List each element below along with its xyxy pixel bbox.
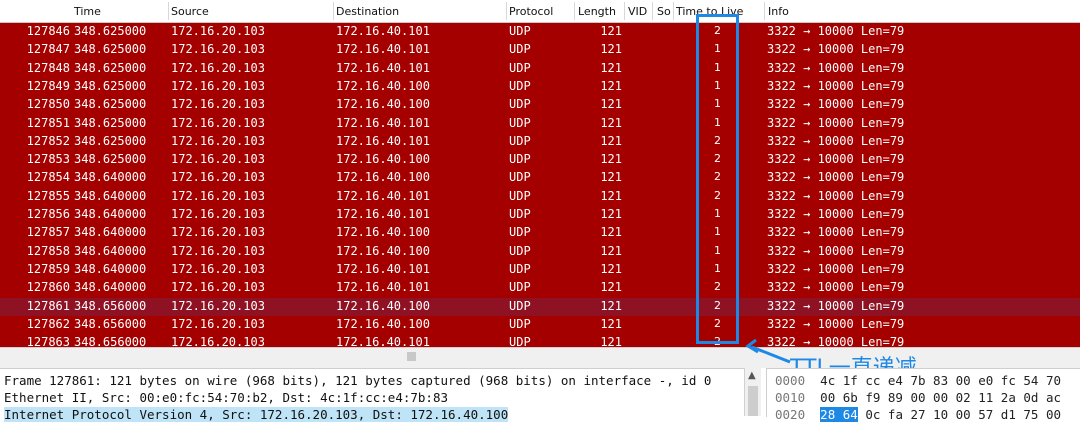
scrollbar-thumb[interactable]: [748, 386, 758, 416]
hex-line[interactable]: 0000 4c 1f cc e4 7b 83 00 e0 fc 54 70: [775, 373, 1061, 388]
hex-selected-bytes: 28 64: [820, 407, 858, 422]
detail-ipv4[interactable]: Internet Protocol Version 4, Src: 172.16…: [4, 407, 509, 422]
hex-line[interactable]: 0010 00 6b f9 89 00 00 02 11 2a 0d ac: [775, 390, 1061, 405]
hex-line[interactable]: 0020 28 64 0c fa 27 10 00 57 d1 75 00: [775, 407, 1061, 422]
details-vertical-scrollbar[interactable]: ▲: [744, 368, 761, 416]
packet-bytes-pane[interactable]: 0000 4c 1f cc e4 7b 83 00 e0 fc 54 70 00…: [766, 368, 1080, 422]
packet-details-pane[interactable]: Frame 127861: 121 bytes on wire (968 bit…: [0, 368, 760, 422]
detail-ethernet[interactable]: Ethernet II, Src: 00:e0:fc:54:70:b2, Dst…: [4, 390, 448, 405]
detail-frame[interactable]: Frame 127861: 121 bytes on wire (968 bit…: [4, 373, 711, 388]
annotation-arrow-icon: [745, 338, 791, 364]
scroll-up-icon[interactable]: ▲: [748, 370, 756, 381]
